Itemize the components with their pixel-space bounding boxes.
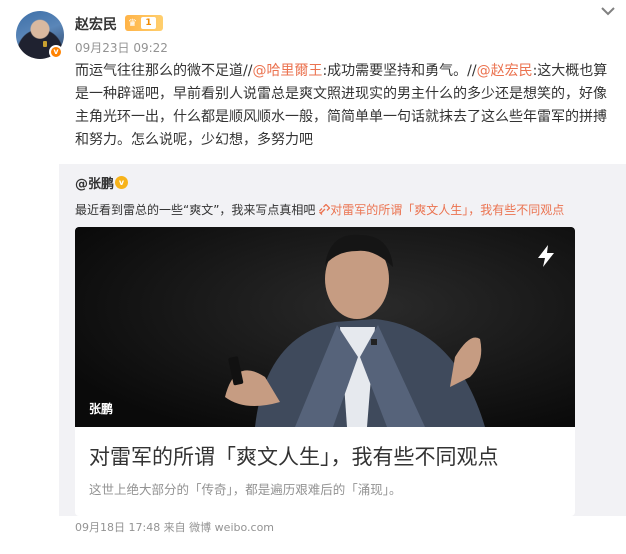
author-name[interactable]: 赵宏民 bbox=[75, 14, 117, 34]
article-title[interactable]: 对雷军的所谓「爽文人生」，我有些不同观点 bbox=[89, 441, 499, 471]
member-level-badge[interactable]: ♛ 1 bbox=[125, 15, 163, 31]
post-text-part: :成功需要坚持和勇气。// bbox=[322, 63, 477, 79]
article-link-text: 对雷军的所谓「爽文人生」，我有些不同观点 bbox=[330, 203, 565, 217]
article-link[interactable]: 对雷军的所谓「爽文人生」，我有些不同观点 bbox=[319, 203, 564, 217]
post-timestamp[interactable]: 09月23日 09:22 bbox=[75, 39, 168, 56]
weibo-post: v 赵宏民 ♛ 1 09月23日 09:22 而运气往往那么的微不足道//@哈里… bbox=[0, 0, 626, 554]
repost-text-body: 最近看到雷总的一些“爽文”，我来写点真相吧 bbox=[75, 203, 316, 217]
repost-text: 最近看到雷总的一些“爽文”，我来写点真相吧 对雷军的所谓「爽文人生」，我有些不同… bbox=[75, 201, 564, 218]
chevron-down-icon[interactable] bbox=[600, 4, 616, 18]
article-cover-image[interactable]: 张鹏 bbox=[75, 227, 575, 427]
article-card[interactable]: 张鹏 对雷军的所谓「爽文人生」，我有些不同观点 这世上绝大部分的「传奇」，都是遍… bbox=[75, 227, 575, 516]
reposted-content: @张鹏 v 最近看到雷总的一些“爽文”，我来写点真相吧 对雷军的所谓「爽文人生」… bbox=[59, 164, 626, 516]
mention-link[interactable]: @赵宏民 bbox=[477, 63, 533, 79]
repost-author[interactable]: @张鹏 bbox=[75, 173, 114, 192]
avatar-mic bbox=[43, 41, 47, 47]
member-level: 1 bbox=[140, 17, 156, 29]
mention-link[interactable]: @哈里爾王 bbox=[252, 63, 322, 79]
repost-meta[interactable]: 09月18日 17:48 来自 微博 weibo.com bbox=[75, 519, 274, 535]
speaker-photo bbox=[75, 227, 575, 427]
post-text-part: 而运气往往那么的微不足道// bbox=[75, 63, 253, 79]
post-body: 而运气往往那么的微不足道//@哈里爾王:成功需要坚持和勇气。//@赵宏民:这大概… bbox=[75, 60, 611, 152]
crown-icon: ♛ bbox=[128, 17, 137, 29]
verified-badge-icon: v bbox=[49, 45, 63, 59]
link-icon bbox=[319, 203, 331, 215]
lightning-icon bbox=[538, 245, 554, 267]
cover-caption: 张鹏 bbox=[89, 402, 114, 416]
article-description: 这世上绝大部分的「传奇」，都是遍历艰难后的「涌现」。 bbox=[89, 482, 402, 497]
verified-badge-icon: v bbox=[115, 176, 128, 189]
